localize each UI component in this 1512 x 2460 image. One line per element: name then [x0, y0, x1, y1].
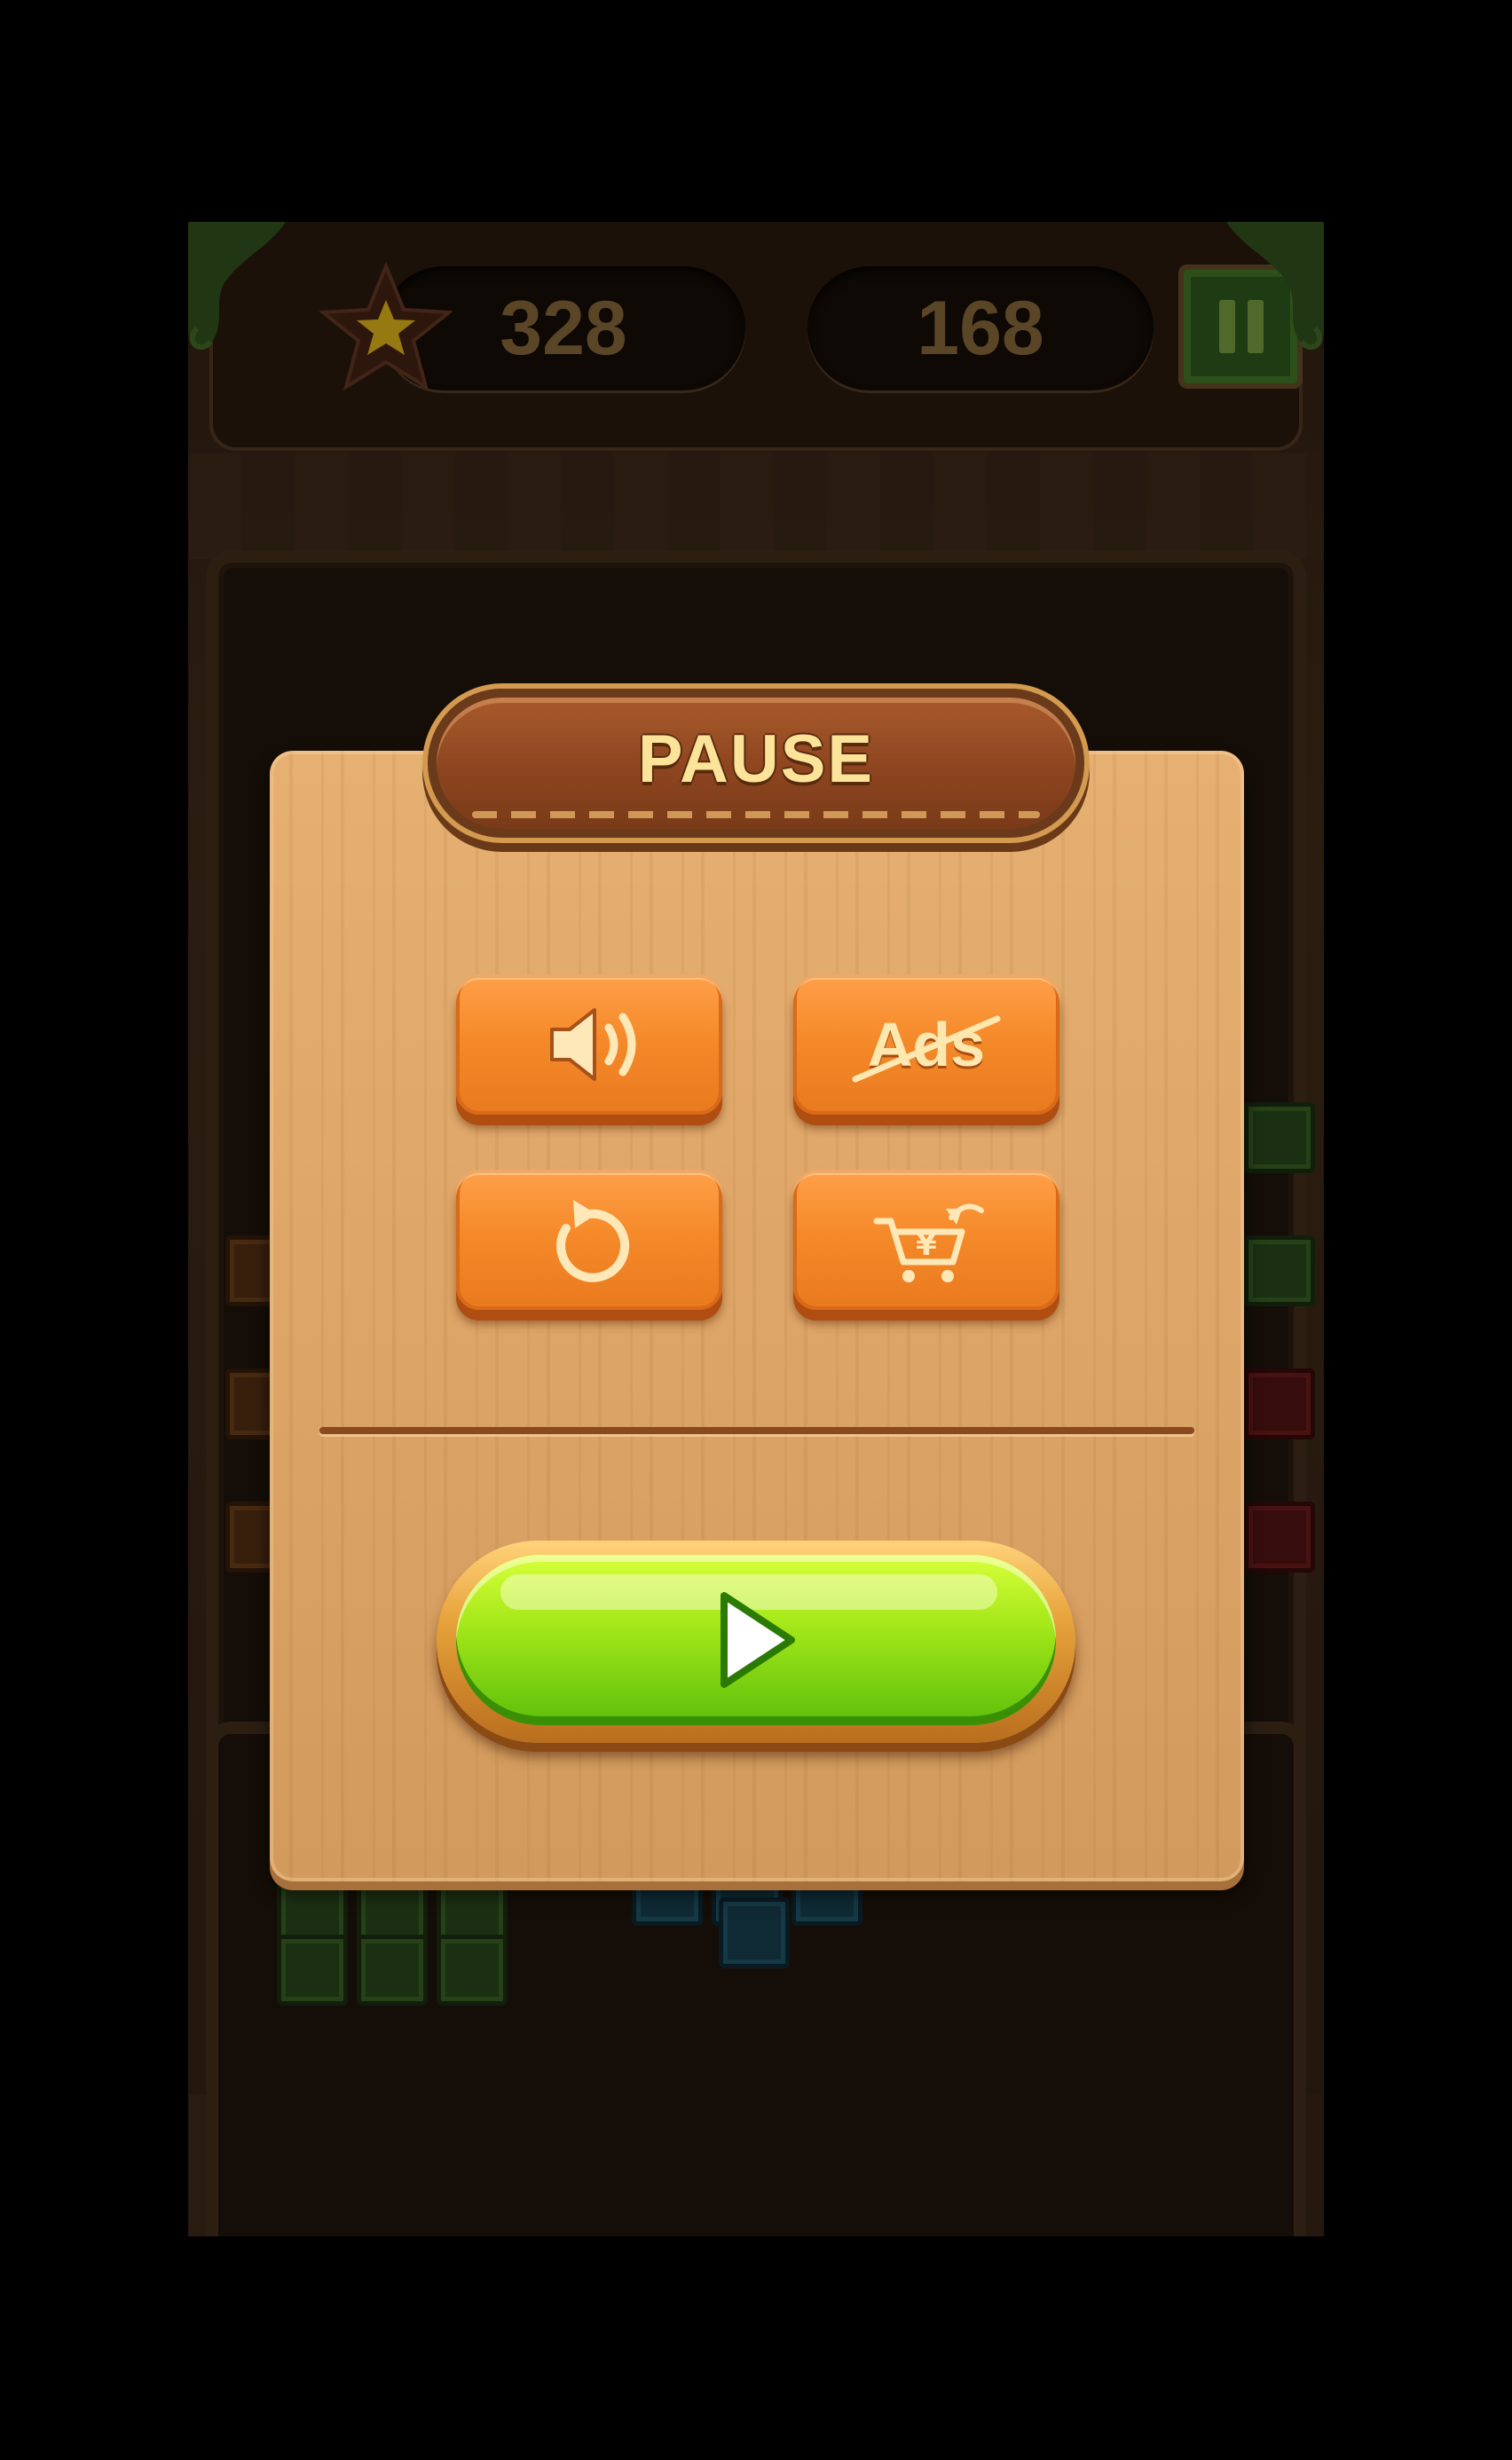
dialog-title: PAUSE: [637, 721, 875, 797]
speaker-icon: [550, 1008, 636, 1081]
remove-ads-button[interactable]: Ads: [793, 974, 1059, 1115]
no-ads-icon: [852, 1015, 1001, 1083]
sound-toggle-button[interactable]: [456, 974, 722, 1115]
divider: [319, 1427, 1194, 1434]
restart-icon: [556, 1200, 630, 1282]
play-icon: [721, 1592, 795, 1688]
svg-text:¥: ¥: [916, 1227, 937, 1263]
shopping-cart-icon: ¥: [873, 1203, 984, 1282]
resume-button[interactable]: [456, 1555, 1056, 1725]
shop-button[interactable]: ¥: [793, 1170, 1059, 1310]
restart-button[interactable]: [456, 1170, 722, 1310]
